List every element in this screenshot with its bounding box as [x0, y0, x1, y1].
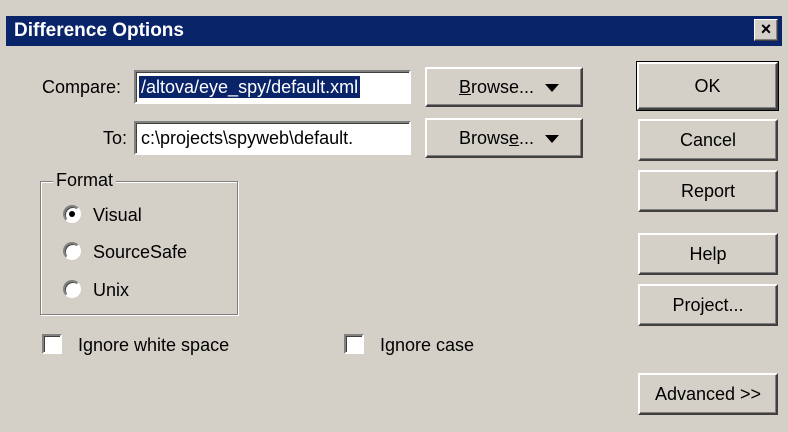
report-button-label: Report	[680, 181, 736, 201]
ignore-case-label: Ignore case	[380, 335, 475, 355]
advanced-button-label: Advanced >>	[654, 384, 762, 404]
dialog-title: Difference Options	[14, 20, 184, 41]
radio-button-icon[interactable]	[63, 205, 81, 223]
cancel-button-label: Cancel	[679, 130, 737, 150]
cancel-button[interactable]: Cancel	[638, 119, 778, 161]
ignore-case-checkbox[interactable]	[344, 334, 364, 354]
close-icon: ×	[760, 19, 772, 39]
ok-button-label: OK	[694, 76, 721, 96]
dropdown-arrow-icon	[545, 84, 559, 92]
radio-button-icon[interactable]	[63, 280, 81, 298]
to-label: To:	[103, 128, 128, 148]
compare-label: Compare:	[42, 77, 122, 97]
to-input-value: c:\projects\spyweb\default.	[141, 128, 354, 148]
radio-selected-dot	[69, 211, 75, 217]
help-button-label: Help	[689, 244, 727, 264]
dropdown-arrow-icon	[545, 135, 559, 143]
to-input[interactable]: c:\projects\spyweb\default.	[134, 121, 411, 155]
radio-button-icon[interactable]	[63, 242, 81, 260]
to-browse-label: Browse...	[459, 128, 535, 148]
format-groupbox: Format Visual SourceSafe Unix	[40, 169, 238, 315]
title-bar[interactable]: Difference Options ×	[6, 16, 782, 46]
difference-options-dialog: Difference Options × Compare: /altova/ey…	[0, 0, 788, 432]
report-button[interactable]: Report	[638, 170, 778, 212]
advanced-button[interactable]: Advanced >>	[638, 373, 778, 415]
format-option-label: Visual	[93, 205, 142, 225]
help-button[interactable]: Help	[638, 233, 778, 275]
compare-input-value: /altova/eye_spy/default.xml	[137, 75, 362, 99]
project-button[interactable]: Project...	[638, 284, 778, 326]
project-button-label: Project...	[672, 295, 744, 315]
format-group-title: Format	[53, 169, 117, 191]
format-option-label: Unix	[93, 280, 130, 300]
ignore-whitespace-checkbox[interactable]	[42, 334, 62, 354]
close-button[interactable]: ×	[754, 19, 778, 41]
compare-input[interactable]: /altova/eye_spy/default.xml	[134, 70, 411, 104]
to-browse-button[interactable]: Browse...	[425, 118, 583, 158]
ok-button[interactable]: OK	[636, 61, 779, 111]
compare-browse-label: Browse...	[459, 77, 535, 97]
ignore-whitespace-label: Ignore white space	[78, 335, 230, 355]
format-option-label: SourceSafe	[93, 242, 188, 262]
compare-browse-button[interactable]: Browse...	[425, 67, 583, 107]
